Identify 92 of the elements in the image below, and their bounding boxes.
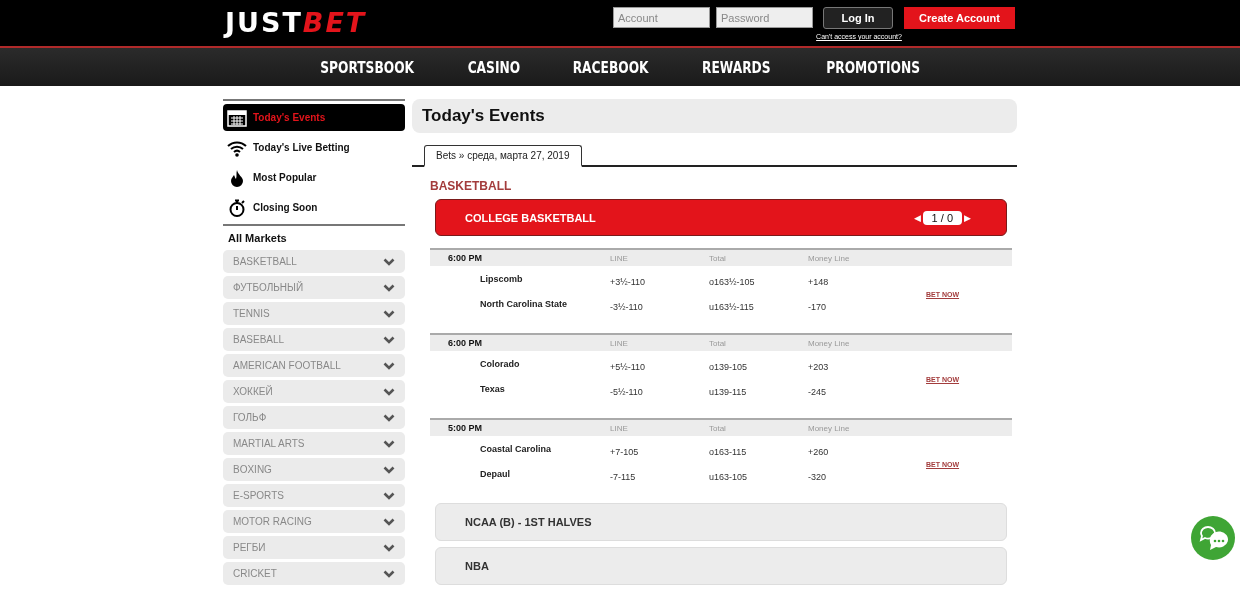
nav-link[interactable]: PROMOTIONS	[826, 57, 920, 77]
create-account-button[interactable]: Create Account	[904, 7, 1015, 29]
column-heading: Money Line	[808, 338, 851, 348]
total-odds: u163-105	[709, 471, 749, 482]
team-name: Depaul	[479, 468, 511, 479]
market-label: TENNIS	[233, 308, 270, 319]
total-odds: u139-115	[709, 386, 748, 397]
chat-bubbles-icon	[1198, 524, 1228, 552]
wifi-icon	[227, 138, 247, 157]
market-label: ФУТБОЛЬНЫЙ	[233, 282, 304, 293]
money-line-odds: -245	[808, 386, 827, 397]
column-heading: Total	[709, 338, 727, 348]
page-title: Today's Events	[422, 106, 545, 126]
column-heading: LINE	[610, 338, 629, 348]
money-line-odds: -170	[808, 301, 827, 312]
password-field[interactable]: Password	[716, 7, 813, 28]
event-time: 6:00 PM	[447, 338, 483, 348]
next-arrow[interactable]: ▶	[964, 212, 971, 223]
market-label: ГОЛЬФ	[233, 412, 267, 423]
justbet-logo[interactable]: JUSTBET	[225, 7, 367, 38]
total-odds: u163½-115	[709, 301, 755, 312]
sport-heading: BASKETBALL	[430, 179, 513, 193]
league-bar[interactable]: COLLEGE BASKETBALL ◀ 1 / 0 ▶	[435, 199, 1007, 236]
chevron-down-icon	[383, 413, 395, 422]
nav-link[interactable]: REWARDS	[702, 57, 771, 77]
money-line-odds: -320	[808, 471, 827, 482]
previous-arrow[interactable]: ◀	[913, 212, 921, 223]
event-time: 6:00 PM	[447, 253, 483, 263]
market-label: AMERICAN FOOTBALL	[233, 360, 341, 371]
team-name: Lipscomb	[479, 273, 524, 284]
line-odds: +7-105	[610, 446, 640, 457]
chevron-down-icon	[383, 257, 395, 266]
line-odds: +3½-110	[610, 276, 647, 287]
team-name: Coastal Carolina	[479, 443, 553, 454]
sidebar-link[interactable]: Most Popular	[223, 164, 405, 191]
chevron-down-icon	[383, 387, 395, 396]
chevron-down-icon	[383, 439, 395, 448]
account-field[interactable]: Account	[613, 7, 710, 28]
nav-link[interactable]: RACEBOOK	[572, 57, 649, 77]
team-name: Texas	[479, 383, 506, 394]
nav-link[interactable]: SPORTSBOOK	[320, 57, 414, 77]
line-odds: -5½-110	[610, 386, 644, 397]
sidebar-link[interactable]: Closing Soon	[223, 194, 405, 221]
chevron-down-icon	[383, 517, 395, 526]
event-time: 5:00 PM	[447, 423, 483, 433]
league-name: COLLEGE BASKETBALL	[465, 211, 596, 224]
page-counter: 1 / 0	[922, 210, 962, 225]
column-heading: LINE	[610, 253, 629, 263]
team-name: Colorado	[479, 358, 521, 369]
sidebar-link[interactable]: Today's Live Betting	[223, 134, 405, 161]
sidebar-link[interactable]: Today's Events	[223, 104, 405, 131]
chevron-down-icon	[383, 569, 395, 578]
chevron-down-icon	[383, 465, 395, 474]
column-heading: LINE	[610, 423, 629, 433]
date-tab[interactable]: Bets » среда, марта 27, 2019	[424, 145, 582, 167]
calendar-icon	[227, 108, 247, 127]
chat-button[interactable]	[1191, 516, 1235, 560]
money-line-odds: +203	[808, 361, 830, 372]
line-odds: -3½-110	[610, 301, 644, 312]
line-odds: +5½-110	[610, 361, 647, 372]
markets-heading: All Markets	[227, 231, 288, 246]
total-odds: o139-105	[709, 361, 749, 372]
column-heading: Money Line	[808, 253, 851, 263]
chevron-down-icon	[383, 335, 395, 344]
team-name: North Carolina State	[479, 298, 568, 309]
market-label: BASKETBALL	[233, 256, 297, 267]
login-button[interactable]: Log In	[823, 7, 893, 29]
nav-link[interactable]: CASINO	[467, 57, 521, 77]
chevron-down-icon	[383, 283, 395, 292]
total-odds: o163-115	[709, 446, 748, 457]
market-label: BASEBALL	[233, 334, 285, 345]
total-odds: o163½-105	[709, 276, 756, 287]
column-heading: Total	[709, 423, 727, 433]
league-bar[interactable]: NBA	[435, 547, 1007, 585]
league-bar[interactable]: NCAA (B) - 1ST HALVES	[435, 503, 1007, 541]
chevron-down-icon	[383, 491, 395, 500]
chevron-down-icon	[383, 309, 395, 318]
chevron-down-icon	[383, 543, 395, 552]
stopwatch-icon	[227, 198, 247, 217]
chevron-down-icon	[383, 361, 395, 370]
market-label: MARTIAL ARTS	[233, 438, 305, 449]
column-heading: Money Line	[808, 423, 851, 433]
column-heading: Total	[709, 253, 727, 263]
line-odds: -7-115	[610, 471, 637, 482]
money-line-odds: +148	[808, 276, 830, 287]
market-label: BOXING	[233, 464, 272, 475]
market-label: CRICKET	[233, 568, 277, 579]
market-label: MOTOR RACING	[233, 516, 312, 527]
market-label: РЕГБИ	[233, 542, 266, 553]
money-line-odds: +260	[808, 446, 830, 457]
market-label: E-SPORTS	[233, 490, 284, 501]
market-label: ХОККЕЙ	[233, 386, 273, 397]
